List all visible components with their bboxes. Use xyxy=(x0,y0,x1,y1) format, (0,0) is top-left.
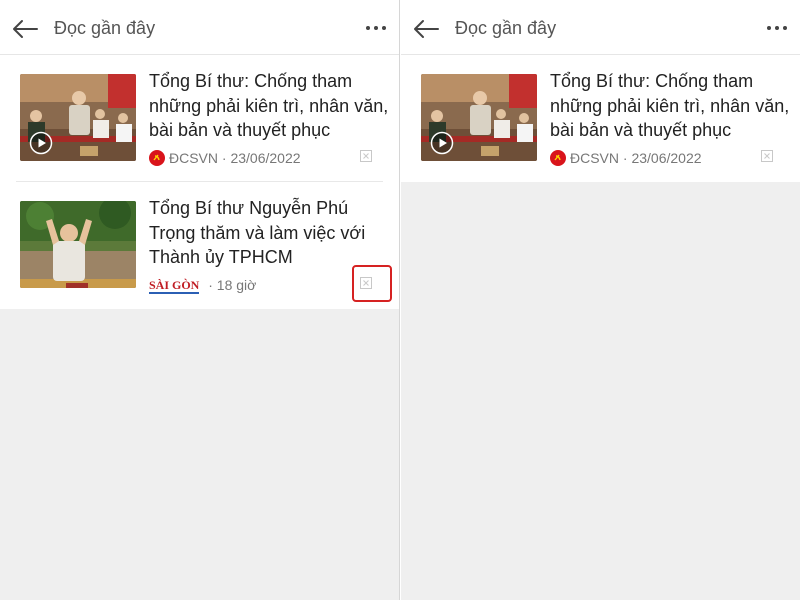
article-title[interactable]: Tổng Bí thư: Chống tham những phải kiên … xyxy=(550,69,790,143)
saigon-giai-phong-logo: SÀI GÒN xyxy=(149,278,200,294)
article-thumbnail[interactable] xyxy=(20,74,136,161)
play-icon xyxy=(29,131,53,155)
article-date: 23/06/2022 xyxy=(230,150,301,166)
article-meta: SÀI GÒN · 18 giờ xyxy=(149,277,257,294)
more-horizontal-icon[interactable] xyxy=(365,18,387,38)
article-meta: ĐCSVN · 23/06/2022 xyxy=(149,149,301,167)
source-name: ĐCSVN xyxy=(169,150,219,166)
highlight-box xyxy=(352,265,392,302)
source-name: ĐCSVN xyxy=(570,150,620,166)
article-item[interactable]: Tổng Bí thư: Chống tham những phải kiên … xyxy=(417,55,789,182)
dcsvn-logo xyxy=(149,150,165,166)
article-date: 18 giờ xyxy=(216,277,257,293)
logo-text: SÀI GÒN xyxy=(149,278,200,292)
article-date: 23/06/2022 xyxy=(631,150,702,166)
close-icon[interactable] xyxy=(360,150,372,162)
page-title: Đọc gần đây xyxy=(54,18,156,38)
article-thumbnail[interactable] xyxy=(421,74,537,161)
article-list: Tổng Bí thư: Chống tham những phải kiên … xyxy=(0,55,399,309)
more-horizontal-icon[interactable] xyxy=(766,18,788,38)
header: Đọc gần đây xyxy=(401,0,800,55)
page-title: Đọc gần đây xyxy=(455,18,557,38)
article-title[interactable]: Tổng Bí thư: Chống tham những phải kiên … xyxy=(149,69,389,143)
article-title[interactable]: Tổng Bí thư Nguyễn Phú Trọng thăm và làm… xyxy=(149,196,389,270)
article-thumbnail[interactable] xyxy=(20,201,136,288)
arrow-left-icon[interactable] xyxy=(412,17,440,41)
play-icon xyxy=(430,131,454,155)
arrow-left-icon[interactable] xyxy=(11,17,39,41)
close-icon[interactable] xyxy=(761,150,773,162)
article-item[interactable]: Tổng Bí thư: Chống tham những phải kiên … xyxy=(16,55,388,182)
left-panel: Đọc gần đây Tổng Bí thư: Chống tham nhữn… xyxy=(0,0,399,600)
right-panel: Đọc gần đây Tổng Bí thư: Chống tham nhữn… xyxy=(401,0,800,600)
article-meta: ĐCSVN · 23/06/2022 xyxy=(550,149,702,167)
article-item[interactable]: Tổng Bí thư Nguyễn Phú Trọng thăm và làm… xyxy=(16,182,392,309)
article-list: Tổng Bí thư: Chống tham những phải kiên … xyxy=(401,55,800,182)
dcsvn-logo xyxy=(550,150,566,166)
header: Đọc gần đây xyxy=(0,0,399,55)
